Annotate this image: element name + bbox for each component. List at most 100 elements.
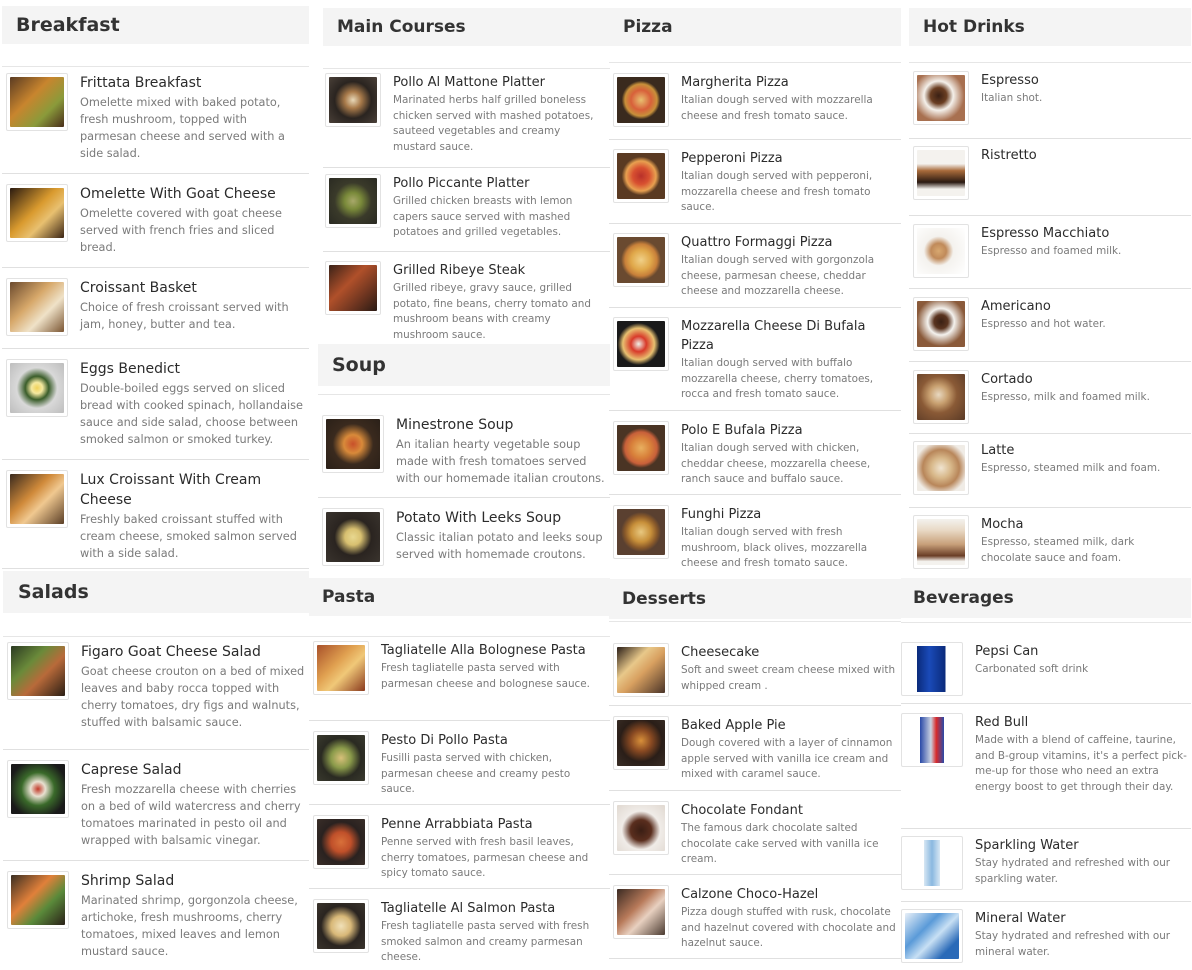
menu-item[interactable]: Tagliatelle Alla Bolognese Pasta Fresh t… [309, 637, 610, 721]
item-description: Stay hydrated and refreshed with our spa… [975, 857, 1171, 885]
menu-item[interactable]: Quattro Formaggi Pizza Italian dough ser… [609, 224, 901, 308]
item-name: Penne Arrabbiata Pasta [381, 817, 533, 832]
menu-item[interactable]: Pollo Piccante Platter Grilled chicken b… [323, 168, 610, 252]
item-name: Pepsi Can [975, 644, 1039, 659]
item-description: Fresh mozzarella cheese with cherries on… [81, 783, 301, 847]
item-name: Pollo Piccante Platter [393, 176, 530, 191]
menu-item[interactable]: Omelette With Goat Cheese Omelette cover… [2, 174, 309, 268]
drink-image [913, 297, 969, 351]
food-image [313, 815, 369, 869]
menu-item[interactable]: Margherita Pizza Italian dough served wi… [609, 63, 901, 140]
menu-item[interactable]: Tagliatelle Al Salmon Pasta Fresh taglia… [309, 889, 610, 970]
menu-item[interactable]: Calzone Choco-Hazel Pizza dough stuffed … [609, 875, 901, 959]
menu-item[interactable]: Eggs Benedict Double-boiled eggs served … [2, 349, 309, 460]
menu-item[interactable]: Figaro Goat Cheese Salad Goat cheese cro… [3, 637, 309, 750]
menu-item[interactable]: Cheesecake Soft and sweet cream cheese m… [609, 622, 901, 706]
item-description: Italian dough served with mozzarella che… [681, 94, 873, 122]
menu-item[interactable]: Americano Espresso and hot water. [909, 289, 1191, 362]
menu-item[interactable]: Mineral Water Stay hydrated and refreshe… [901, 902, 1191, 970]
item-name: Omelette With Goat Cheese [80, 186, 276, 202]
menu-item[interactable]: Potato With Leeks Soup Classic italian p… [318, 498, 610, 579]
item-name: Caprese Salad [81, 762, 182, 778]
menu-item[interactable]: Sparkling Water Stay hydrated and refres… [901, 829, 1191, 902]
item-description: Italian dough served with chicken, chedd… [681, 442, 871, 485]
item-description: Stay hydrated and refreshed with our min… [975, 930, 1171, 958]
drink-image [901, 909, 963, 963]
item-description: Italian dough served with fresh mushroom… [681, 526, 868, 569]
item-description: Freshly baked croissant stuffed with cre… [80, 513, 297, 560]
item-name: Espresso Macchiato [981, 226, 1110, 241]
food-image [313, 899, 369, 953]
menu-item[interactable]: Mocha Espresso, steamed milk, dark choco… [909, 508, 1191, 573]
food-image [325, 261, 381, 315]
food-image [6, 278, 68, 336]
menu-item[interactable]: Chocolate Fondant The famous dark chocol… [609, 791, 901, 875]
menu-item[interactable]: Funghi Pizza Italian dough served with f… [609, 495, 901, 575]
menu-item[interactable]: Lux Croissant With Cream Cheese Freshly … [2, 460, 309, 569]
item-name: Espresso [981, 73, 1039, 88]
item-description: Fusilli pasta served with chicken, parme… [381, 752, 571, 795]
menu-item[interactable]: Frittata Breakfast Omelette mixed with b… [2, 67, 309, 174]
item-description: Fresh tagliatelle pasta served with parm… [381, 662, 590, 690]
item-name: Polo E Bufala Pizza [681, 423, 803, 438]
menu-item[interactable]: Shrimp Salad Marinated shrimp, gorgonzol… [3, 861, 309, 970]
item-description: An italian hearty vegetable soup made wi… [396, 438, 605, 485]
menu-item[interactable]: Espresso Italian shot. [909, 63, 1191, 139]
menu-item[interactable]: Latte Espresso, steamed milk and foam. [909, 434, 1191, 508]
drink-image [901, 642, 963, 696]
food-image [6, 359, 68, 417]
menu-item[interactable]: Pesto Di Pollo Pasta Fusilli pasta serve… [309, 721, 610, 805]
menu-item[interactable]: Ristretto [909, 139, 1191, 216]
section-breakfast: Breakfast Frittata Breakfast Omelette mi… [2, 6, 309, 569]
item-description: Italian dough served with buffalo mozzar… [681, 357, 874, 400]
section-desserts: Desserts Cheesecake Soft and sweet cream… [609, 579, 901, 959]
section-title-breakfast: Breakfast [2, 6, 309, 44]
item-name: Minestrone Soup [396, 417, 514, 433]
menu-item[interactable]: Polo E Bufala Pizza Italian dough served… [609, 411, 901, 495]
section-salads: Salads Figaro Goat Cheese Salad Goat che… [3, 571, 309, 970]
item-description: Grilled ribeye, gravy sauce, grilled pot… [393, 282, 591, 341]
menu-item: Grilled Ribeye Steak Grilled ribeye, gra… [323, 252, 610, 342]
section-main-courses: Main Courses Pollo Al Mattone Platter Ma… [323, 8, 610, 342]
food-image [613, 801, 669, 855]
menu-item[interactable]: Red Bull Made with a blend of caffeine, … [901, 704, 1191, 829]
menu-item[interactable]: Baked Apple Pie Dough covered with a lay… [609, 706, 901, 791]
item-name: Quattro Formaggi Pizza [681, 235, 833, 250]
menu-item[interactable]: Cortado Espresso, milk and foamed milk. [909, 362, 1191, 434]
food-image [7, 642, 69, 700]
menu-item[interactable]: Pepsi Can Carbonated soft drink [901, 623, 1191, 704]
food-image [613, 716, 669, 770]
item-name: Pollo Al Mattone Platter [393, 75, 545, 90]
menu-item[interactable]: Minestrone Soup An italian hearty vegeta… [318, 395, 610, 498]
menu-item[interactable]: Croissant Basket Choice of fresh croissa… [2, 268, 309, 349]
menu-item[interactable]: Mozzarella Cheese Di Bufala Pizza Italia… [609, 308, 901, 411]
item-description: Classic italian potato and leeks soup se… [396, 531, 603, 561]
item-description: Dough covered with a layer of cinnamon a… [681, 737, 893, 780]
menu-item[interactable]: Caprese Salad Fresh mozzarella cheese wi… [3, 750, 309, 861]
food-image [613, 885, 669, 939]
item-description: Marinated shrimp, gorgonzola cheese, art… [81, 894, 298, 958]
menu-item[interactable]: Espresso Macchiato Espresso and foamed m… [909, 216, 1191, 289]
menu-item[interactable]: Pepperoni Pizza Italian dough served wit… [609, 140, 901, 224]
menu-item[interactable]: Pollo Al Mattone Platter Marinated herbs… [323, 69, 610, 168]
food-image [322, 415, 384, 473]
food-image [7, 760, 69, 818]
food-image [613, 317, 669, 371]
food-image [613, 643, 669, 697]
item-name: Latte [981, 443, 1015, 458]
item-name: Pesto Di Pollo Pasta [381, 733, 508, 748]
item-description: Espresso and hot water. [981, 318, 1106, 330]
item-description: The famous dark chocolate salted chocola… [681, 822, 879, 865]
food-image [613, 505, 669, 559]
item-name: Lux Croissant With Cream Cheese [80, 472, 262, 508]
drink-image [913, 515, 969, 569]
menu-item[interactable]: Penne Arrabbiata Pasta Penne served with… [309, 805, 610, 889]
item-description: Carbonated soft drink [975, 663, 1089, 675]
food-image [6, 470, 68, 528]
item-name: Grilled Ribeye Steak [393, 263, 526, 278]
item-name: Americano [981, 299, 1051, 314]
item-name: Margherita Pizza [681, 75, 789, 90]
item-name: Mineral Water [975, 911, 1066, 926]
item-description: Pizza dough stuffed with rusk, chocolate… [681, 906, 896, 949]
item-description: Omelette covered with goat cheese served… [80, 207, 282, 254]
